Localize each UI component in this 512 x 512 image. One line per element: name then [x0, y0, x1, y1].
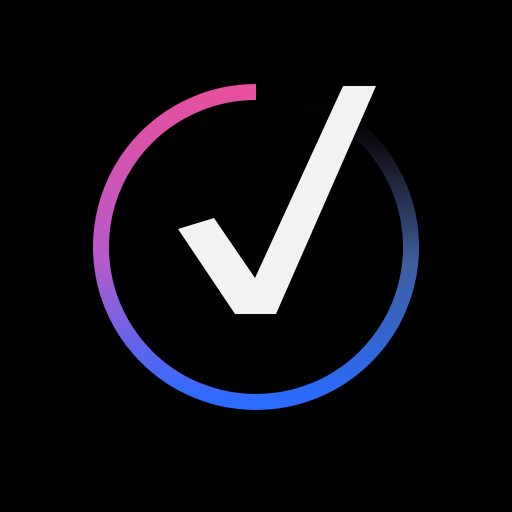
verified-check-icon [93, 84, 419, 410]
checkmark-shape [178, 86, 376, 314]
app-icon-canvas [0, 0, 512, 512]
